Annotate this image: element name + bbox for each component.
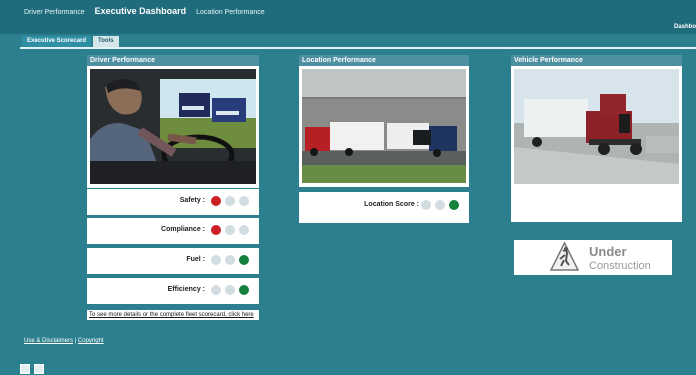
print-icon[interactable] [34,364,44,374]
dashboard-label[interactable]: Dashbo [674,24,696,30]
fleet-scorecard-details-link[interactable]: To see more details or the complete flee… [87,310,259,320]
under-construction-banner: Under Construction [514,240,672,275]
top-bar: Driver Performance Executive Dashboard L… [0,0,696,34]
tab-executive-scorecard[interactable]: Executive Scorecard [22,36,92,47]
nav-driver-performance[interactable]: Driver Performance [24,9,85,16]
under-construction-line-2: Construction [589,260,651,272]
location-performance-panel: Location Performance [299,55,469,187]
fuel-grey-dot [225,255,235,265]
under-construction-line-1: Under [589,244,627,259]
vehicle-photo [514,69,679,184]
compliance-label: Compliance : [161,226,205,233]
compliance-red-dot [211,225,221,235]
vehicle-performance-title: Vehicle Performance [511,55,682,66]
compliance-grey-dot [225,225,235,235]
location-score-label: Location Score : [364,201,419,208]
fuel-grey-dot [211,255,221,265]
fuel-green-dot [239,255,249,265]
fuel-label: Fuel : [186,256,205,263]
safety-grey-dot [225,196,235,206]
use-disclaimers-link[interactable]: Use & Disclaimers [24,338,73,344]
tab-strip: Executive Scorecard Tools [22,36,121,47]
location-performance-title: Location Performance [299,55,469,66]
fuel-metric: Fuel : [87,248,259,274]
driver-performance-panel: Driver Performance [87,55,259,188]
copyright-link[interactable]: Copyright [78,338,104,344]
location-grey-dot [435,200,445,210]
compliance-grey-dot [239,225,249,235]
location-green-dot [449,200,459,210]
refresh-icon[interactable] [20,364,30,374]
safety-label: Safety : [179,197,205,204]
driver-photo [90,69,256,184]
location-score-box: Location Score : [299,192,469,223]
compliance-metric: Compliance : [87,218,259,244]
location-grey-dot [421,200,431,210]
warning-sign-icon [549,241,580,271]
footer-icons [20,364,44,374]
location-photo [302,69,466,183]
safety-grey-dot [239,196,249,206]
tab-tools[interactable]: Tools [93,36,119,47]
nav-executive-dashboard[interactable]: Executive Dashboard [95,6,187,16]
efficiency-grey-dot [211,285,221,295]
vehicle-performance-panel: Vehicle Performance Under Construction [511,55,682,275]
driver-performance-title: Driver Performance [87,55,259,66]
safety-red-dot [211,196,221,206]
efficiency-label: Efficiency : [167,286,205,293]
efficiency-grey-dot [225,285,235,295]
efficiency-green-dot [239,285,249,295]
efficiency-metric: Efficiency : [87,278,259,304]
footer-links: Use & Disclaimers | Copyright [24,338,104,344]
safety-metric: Safety : [87,189,259,215]
nav-location-performance[interactable]: Location Performance [196,9,264,16]
top-navigation: Driver Performance Executive Dashboard L… [24,6,273,16]
footer-separator: | [74,338,77,344]
tab-content-divider [20,47,696,49]
